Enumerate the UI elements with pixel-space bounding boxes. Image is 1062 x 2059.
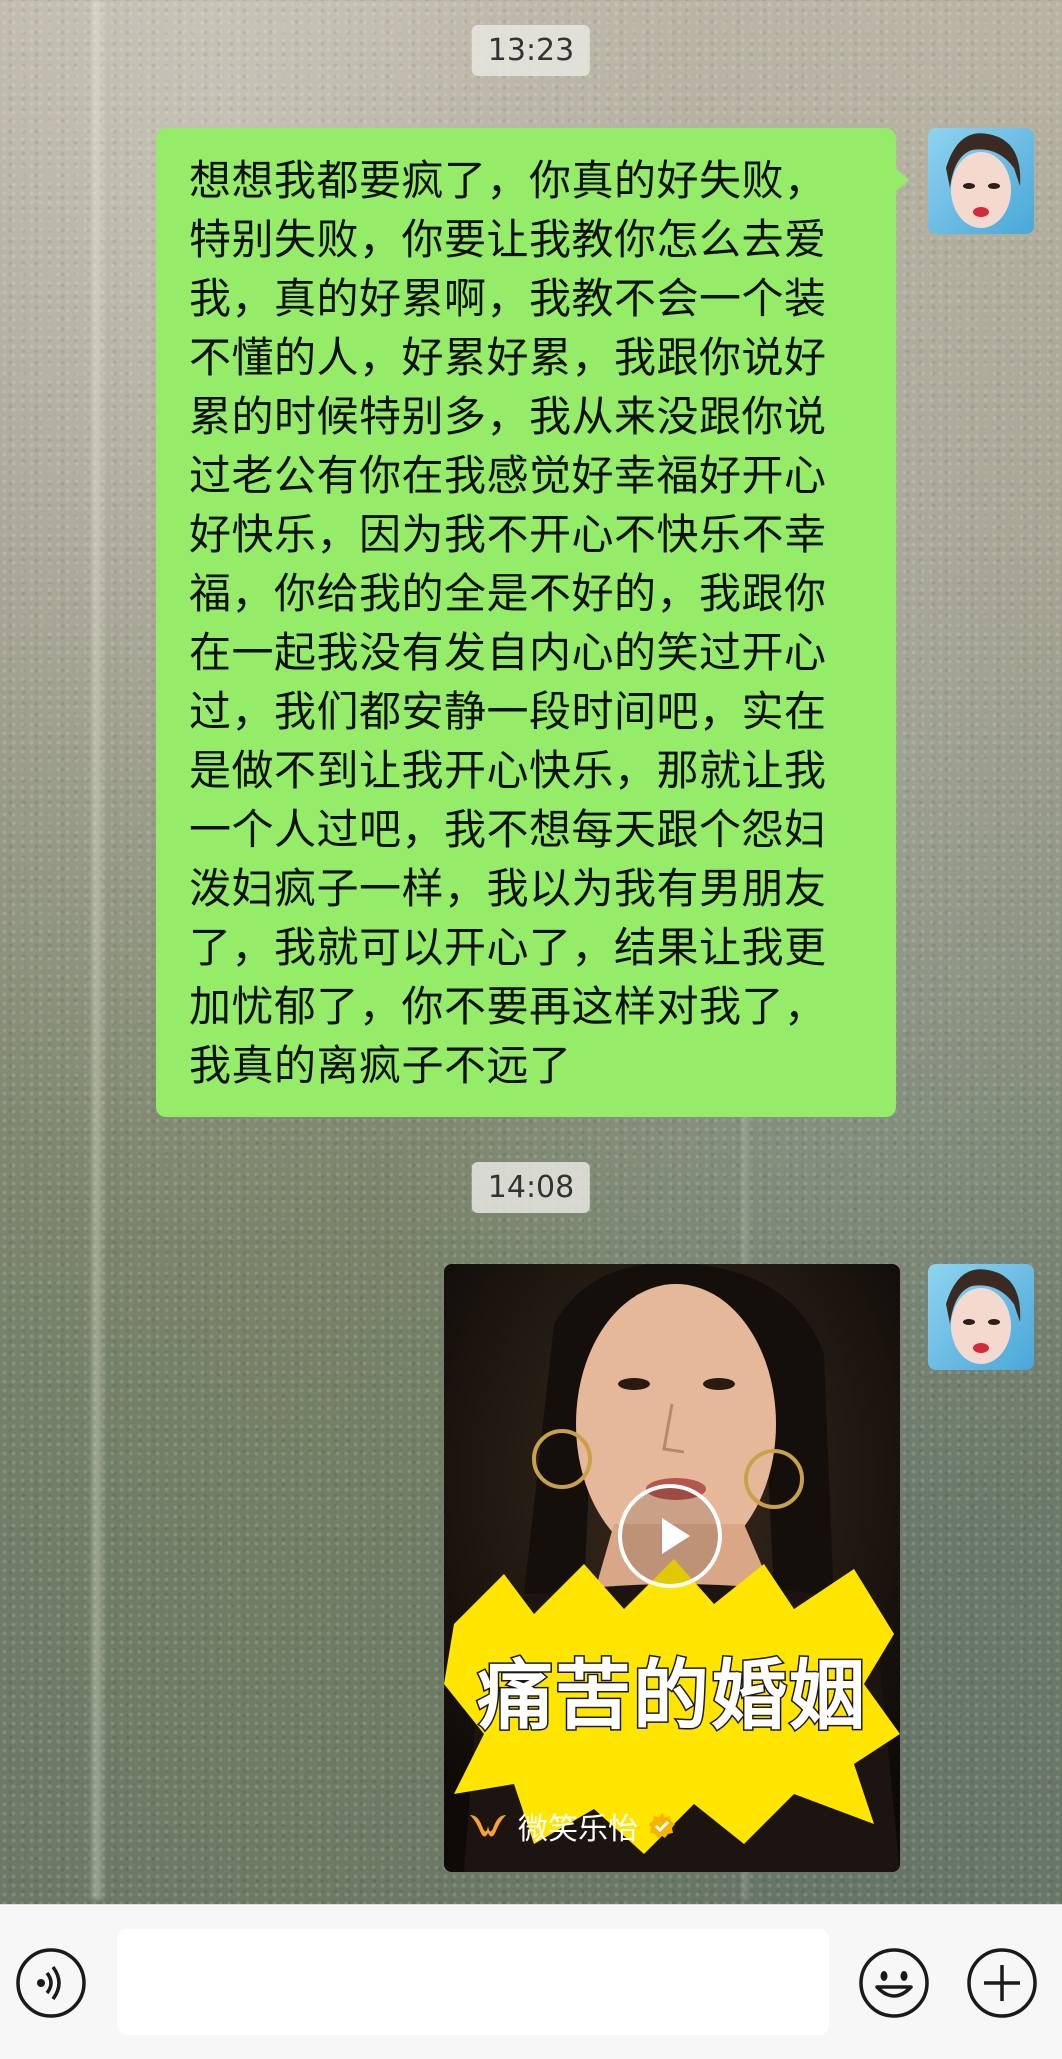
play-icon[interactable] bbox=[618, 1484, 722, 1588]
verified-badge-icon bbox=[649, 1813, 675, 1838]
message-timestamp: 13:23 bbox=[471, 25, 591, 76]
plus-icon bbox=[967, 1948, 1037, 2018]
message-bubble[interactable]: 想想我都要疯了，你真的好失败，特别失败，你要让我教你怎么去爱我，真的好累啊，我教… bbox=[156, 128, 896, 1117]
message-timestamp: 14:08 bbox=[471, 1162, 591, 1213]
voice-icon bbox=[16, 1948, 86, 2018]
emoji-button[interactable] bbox=[858, 1947, 930, 2019]
avatar[interactable] bbox=[928, 1264, 1034, 1370]
avatar[interactable] bbox=[928, 128, 1034, 234]
avatar-image bbox=[928, 128, 1034, 234]
voice-button[interactable] bbox=[15, 1947, 87, 2019]
emoji-icon bbox=[859, 1948, 929, 2018]
avatar-image bbox=[928, 1264, 1034, 1370]
chat-input-bar bbox=[0, 1904, 1062, 2059]
channels-logo-icon bbox=[470, 1815, 506, 1837]
message-input[interactable] bbox=[117, 1929, 829, 2035]
bubble-tail bbox=[895, 168, 909, 192]
more-button[interactable] bbox=[966, 1947, 1038, 2019]
background-streak bbox=[88, 0, 106, 1900]
video-message-card[interactable]: 痛苦的婚姻 微笑乐怡 bbox=[444, 1264, 900, 1872]
video-title: 痛苦的婚姻 bbox=[476, 1650, 867, 1742]
video-source[interactable]: 微笑乐怡 bbox=[468, 1804, 676, 1848]
video-source-name: 微笑乐怡 bbox=[518, 1812, 638, 1847]
